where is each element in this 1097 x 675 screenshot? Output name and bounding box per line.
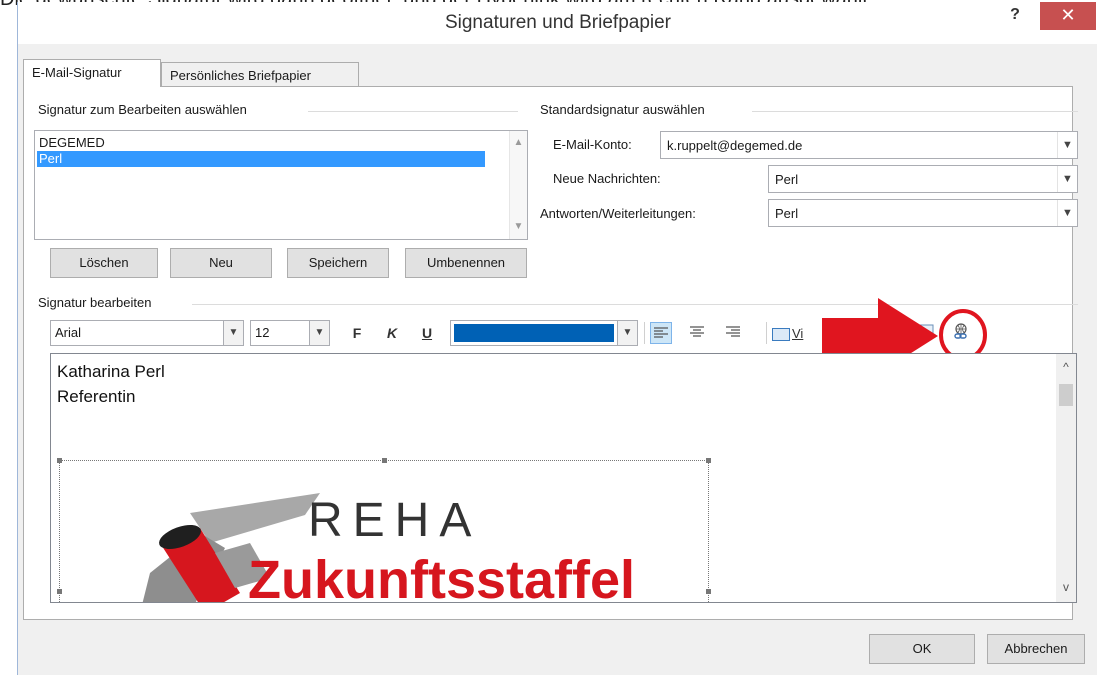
signature-editor[interactable]: Katharina Perl Referentin REHA Zukunftss… <box>50 353 1077 603</box>
replies-value: Perl <box>775 206 799 221</box>
resize-handle[interactable] <box>57 458 62 463</box>
replies-label: Antworten/Weiterleitungen: <box>540 206 696 221</box>
signature-name-line: Katharina Perl <box>57 362 165 381</box>
list-item-degemed[interactable]: DEGEMED <box>37 135 485 151</box>
font-size-value: 12 <box>255 325 270 340</box>
new-messages-value: Perl <box>775 172 799 187</box>
chevron-down-icon[interactable]: ▼ <box>309 321 329 345</box>
align-center-icon[interactable] <box>686 322 708 344</box>
dialog-title: Signaturen und Briefpapier <box>444 12 672 33</box>
new-messages-label: Neue Nachrichten: <box>553 171 661 186</box>
scroll-up-icon[interactable]: ^ <box>1056 360 1076 374</box>
email-account-select[interactable]: k.ruppelt@degemed.de ▼ <box>660 131 1078 159</box>
toolbar-separator <box>644 322 645 344</box>
signature-logo-image[interactable]: REHA Zukunftsstaffel <box>57 458 711 603</box>
resize-handle[interactable] <box>57 589 62 594</box>
default-signature-group-label: Standardsignatur auswählen <box>540 102 705 117</box>
tab-email-signature[interactable]: E-Mail-Signatur <box>23 59 161 87</box>
scroll-down-icon[interactable]: ▼ <box>510 221 527 232</box>
logo-zukunftsstaffel-text: Zukunftsstaffel <box>248 550 636 603</box>
group-divider <box>752 111 1078 112</box>
underline-button[interactable]: U <box>416 322 438 344</box>
chevron-down-icon[interactable]: ▼ <box>1057 132 1077 158</box>
list-item-perl[interactable]: Perl <box>37 151 485 167</box>
new-button[interactable]: Neu <box>170 248 272 278</box>
business-card-label: Vi <box>792 326 804 341</box>
chevron-down-icon[interactable]: ▼ <box>1057 166 1077 192</box>
editor-scrollbar[interactable]: ^ v <box>1056 354 1076 602</box>
bold-button[interactable]: F <box>346 322 368 344</box>
tab-personal-stationery[interactable]: Persönliches Briefpapier <box>161 62 359 86</box>
signature-listbox[interactable]: DEGEMED Perl ▲ ▼ <box>34 130 528 240</box>
signature-role-line: Referentin <box>57 387 136 406</box>
scroll-up-icon[interactable]: ▲ <box>510 137 527 148</box>
font-color-select[interactable]: ▼ <box>450 320 638 346</box>
email-account-value: k.ruppelt@degemed.de <box>667 138 803 153</box>
delete-button[interactable]: Löschen <box>50 248 158 278</box>
toolbar-separator <box>766 322 767 344</box>
italic-button[interactable]: K <box>381 322 403 344</box>
cancel-button[interactable]: Abbrechen <box>987 634 1085 664</box>
font-color-swatch <box>454 324 614 342</box>
scroll-thumb[interactable] <box>1059 384 1073 406</box>
tab-label: E-Mail-Signatur <box>32 65 122 80</box>
font-size-select[interactable]: 12 ▼ <box>250 320 330 346</box>
align-right-icon[interactable] <box>722 322 744 344</box>
replies-select[interactable]: Perl ▼ <box>768 199 1078 227</box>
scroll-down-icon[interactable]: v <box>1056 580 1076 594</box>
tab-label: Persönliches Briefpapier <box>170 68 311 83</box>
title-bar: Signaturen und Briefpapier ? ✕ <box>18 2 1097 44</box>
resize-handle[interactable] <box>706 589 711 594</box>
font-value: Arial <box>55 325 82 340</box>
font-select[interactable]: Arial ▼ <box>50 320 244 346</box>
email-account-label: E-Mail-Konto: <box>553 137 632 152</box>
resize-handle[interactable] <box>706 458 711 463</box>
rename-button[interactable]: Umbenennen <box>405 248 527 278</box>
edit-signature-group-label: Signatur bearbeiten <box>38 295 152 310</box>
save-button[interactable]: Speichern <box>287 248 389 278</box>
group-divider <box>308 111 518 112</box>
chevron-down-icon[interactable]: ▼ <box>617 321 637 345</box>
chevron-down-icon[interactable]: ▼ <box>1057 200 1077 226</box>
close-button[interactable]: ✕ <box>1040 2 1096 30</box>
business-card-button[interactable]: Vi <box>772 322 816 344</box>
listbox-scrollbar[interactable]: ▲ ▼ <box>509 131 527 239</box>
chevron-down-icon[interactable]: ▼ <box>223 321 243 345</box>
help-button[interactable]: ? <box>1003 6 1027 30</box>
logo-reha-text: REHA <box>308 494 482 547</box>
select-signature-group-label: Signatur zum Bearbeiten auswählen <box>38 102 247 117</box>
align-left-icon[interactable] <box>650 322 672 344</box>
resize-handle[interactable] <box>382 458 387 463</box>
ok-button[interactable]: OK <box>869 634 975 664</box>
new-messages-select[interactable]: Perl ▼ <box>768 165 1078 193</box>
business-card-icon <box>772 327 790 341</box>
